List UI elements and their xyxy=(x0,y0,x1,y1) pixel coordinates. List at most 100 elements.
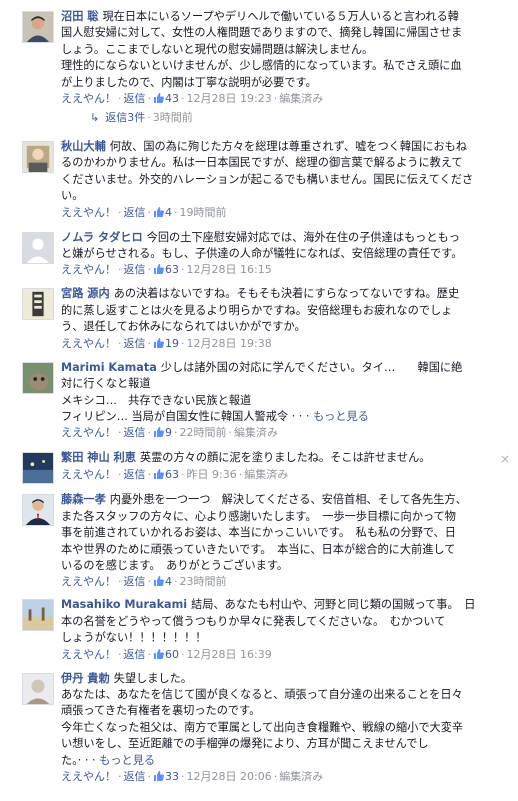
comment-time[interactable]: 12月28日 16:39 xyxy=(187,648,272,661)
comment-body: 繁田 神山 利恵 英霊の方々の顔に泥を塗りましたね。そこは許せません。 ええやん！… xyxy=(61,450,510,484)
comment-author[interactable]: ノムラ タダヒロ xyxy=(61,231,143,244)
like-link[interactable]: ええやん！ xyxy=(61,770,116,783)
like-link[interactable]: ええやん！ xyxy=(61,426,116,439)
like-count[interactable]: 63 xyxy=(165,468,179,481)
thumbs-up-icon xyxy=(154,770,164,781)
comment-time[interactable]: 12月28日 20:06 xyxy=(187,770,272,783)
comment-text: くださいませ。外交的ハレーションが起こるでも構いません。国民に伝えてくださ xyxy=(61,172,474,186)
comment-author[interactable]: Masahiko Murakami xyxy=(61,598,187,611)
comment-actions: ええやん！ · 返信 · 63 · 昨日 9:36 · 編集済み xyxy=(61,467,289,481)
comment-text: 本や世界のために頑張っていきたいです。 本当に、日本が総合的に大前進して xyxy=(61,542,456,556)
comment-text: い。 xyxy=(61,189,84,203)
comment: Masahiko Murakami 結局、あなたも村山や、河野と同じ類の国賊って事… xyxy=(0,597,518,661)
comment-text: 今回の土下座慰安婦対応では、海外在住の子供達はもっともっ xyxy=(146,230,460,244)
comment-time[interactable]: 19時間前 xyxy=(180,206,227,219)
avatar[interactable] xyxy=(22,452,54,485)
comment-text: 今年亡くなった祖父は、南方で軍属として出向き食糧難や、戦線の縮小で大変辛 xyxy=(61,720,464,734)
comment-body: ノムラ タダヒロ 今回の土下座慰安婦対応では、海外在住の子供達はもっともっ と嫌が… xyxy=(61,230,510,278)
comment-author[interactable]: 伊丹 貴勅 xyxy=(61,672,110,685)
thumbs-up-icon xyxy=(154,206,164,217)
avatar[interactable] xyxy=(22,141,54,174)
like-link[interactable]: ええやん！ xyxy=(61,468,116,481)
edit-history-link[interactable]: 編集済み xyxy=(279,770,323,783)
comment-author[interactable]: 沼田 聡 xyxy=(61,10,98,23)
avatar[interactable] xyxy=(22,672,54,705)
comment-text: あなたは、あなたを信じて國が良くなると、頑張って自分達の出来ることを日々 xyxy=(61,687,463,701)
comment-text: フィリピン… 当局が自国女性に韓国人警戒令 · · · xyxy=(61,409,310,423)
like-link[interactable]: ええやん！ xyxy=(61,337,116,350)
reply-link[interactable]: 返信 xyxy=(124,468,146,481)
reply-link[interactable]: 返信 xyxy=(124,770,146,783)
comment-author[interactable]: 藤森一孝 xyxy=(61,493,106,506)
reply-link[interactable]: 返信 xyxy=(124,575,146,588)
avatar[interactable] xyxy=(22,599,54,632)
thumbs-up-icon xyxy=(154,575,164,587)
comment-text: 頑張ってきた有権者を裏切ったのです。 xyxy=(61,704,261,718)
reply-link[interactable]: 返信 xyxy=(124,263,146,276)
comment-body: 秋山大輔 何故、国の為に殉じた方々を総理は尊重されず、嘘をつく韓国におもね るのか… xyxy=(61,139,510,220)
edit-history-link[interactable]: 編集済み xyxy=(244,468,288,481)
comment-time[interactable]: 23時間前 xyxy=(180,575,227,588)
like-link[interactable]: ええやん！ xyxy=(61,575,116,588)
comment: 宮路 源内 あの決着はないですね。そもそも決着にすらなってないですね。歴史 的に蒸… xyxy=(0,286,518,350)
like-count[interactable]: 19 xyxy=(165,337,179,350)
comment-text: 国人慰安婦に対して、女性の人権問題でありますので、摘発し韓国に帰国させま xyxy=(61,26,463,40)
thumbs-up-icon xyxy=(154,263,164,275)
comment-author[interactable]: 繁田 神山 利恵 xyxy=(61,451,136,464)
like-count[interactable]: 33 xyxy=(165,770,179,783)
like-count[interactable]: 4 xyxy=(165,575,172,588)
see-more-link[interactable]: もっと見る xyxy=(313,410,369,423)
reply-link[interactable]: 返信 xyxy=(124,337,146,350)
comment-text: い想いをし、至近距離での手榴弾の爆発により、方耳が聞こえませんでし xyxy=(61,737,429,751)
comment-feed: 沼田 聡現在日本にいるソープやデリヘルで働いている５万人いると言われる韓 国人慰… xyxy=(0,0,518,801)
like-count[interactable]: 4 xyxy=(165,206,172,219)
comment: ノムラ タダヒロ 今回の土下座慰安婦対応では、海外在住の子供達はもっともっ と嫌が… xyxy=(0,230,518,278)
avatar[interactable] xyxy=(22,288,54,321)
comment-text: た。· · · xyxy=(61,753,96,767)
comment-actions: ええやん！ · 返信 · 33 · 12月28日 20:06 · 編集済み xyxy=(61,770,324,783)
reply-link[interactable]: 返信 xyxy=(124,426,146,439)
comment-actions: ええやん！ · 返信 · 9 · 22時間前 · 編集済み xyxy=(61,426,278,440)
comment-text: 現在日本にいるソープやデリヘルで働いている５万人いると言われる韓 xyxy=(102,10,459,23)
comment-author[interactable]: Marimi Kamata xyxy=(61,361,157,374)
comment-text: メキシコ… 共存できない民族と報道 xyxy=(61,393,252,407)
like-count[interactable]: 63 xyxy=(165,263,179,276)
see-more-link[interactable]: もっと見る xyxy=(99,754,155,767)
comment-text: 失望しました。 xyxy=(113,671,192,685)
comment-text: う、退任してお休みになられてはいかがですか。 xyxy=(61,320,306,334)
avatar[interactable] xyxy=(22,494,54,527)
comment-author[interactable]: 秋山大輔 xyxy=(61,140,106,153)
thumbs-up-icon xyxy=(154,426,164,438)
comment-author[interactable]: 宮路 源内 xyxy=(61,287,110,300)
thumbs-up-icon xyxy=(154,468,164,479)
like-count[interactable]: 60 xyxy=(165,648,179,661)
comment-time[interactable]: 昨日 9:36 xyxy=(187,468,237,481)
comment-text: 本の名誉をどうやって償うつもりか早々に発表してくださいな。 むかついて xyxy=(61,614,446,628)
view-replies-link[interactable]: 返信3件 xyxy=(105,111,145,124)
comment-text: るのかわかりません。私は一日本国民ですが、総理の御言葉で解るように教えて xyxy=(61,156,463,170)
comment-text: が上りましたので、内閣は丁寧な説明が必要です。 xyxy=(61,75,317,89)
like-link[interactable]: ええやん！ xyxy=(61,648,116,661)
comment-time[interactable]: 22時間前 xyxy=(180,426,227,439)
edit-history-link[interactable]: 編集済み xyxy=(234,426,278,439)
comment-body: 藤森一孝 内憂外患を一つ一つ 解決してくださる、安倍首相、そして各先生方、 また各… xyxy=(61,492,510,589)
comment: 繁田 神山 利恵 英霊の方々の顔に泥を塗りましたね。そこは許せません。 ええやん！… xyxy=(0,450,518,485)
comment-text: あの決着はないですね。そもそも決着にすらなってないですね。歴史 xyxy=(113,287,460,301)
avatar[interactable] xyxy=(22,11,54,43)
avatar[interactable] xyxy=(22,361,54,394)
comment-body: 宮路 源内 あの決着はないですね。そもそも決着にすらなってないですね。歴史 的に蒸… xyxy=(61,286,510,350)
reply-link[interactable]: 返信 xyxy=(124,206,146,219)
like-link[interactable]: ええやん！ xyxy=(61,206,116,219)
comment-text: また各スタッフの方々に、心より感謝いたします。 一歩一歩目標に向かって物 xyxy=(61,509,456,523)
replies-row: ↳ 返信3件 · 3時間前 xyxy=(90,111,193,125)
comment-body: 伊丹 貴勅 失望しました。 あなたは、あなたを信じて國が良くなると、頑張って自分達… xyxy=(61,671,510,784)
reply-link[interactable]: 返信 xyxy=(124,648,146,661)
like-link[interactable]: ええやん！ xyxy=(61,263,116,276)
avatar[interactable] xyxy=(22,231,54,264)
like-count[interactable]: 9 xyxy=(165,426,172,439)
comment-time[interactable]: 12月28日 16:15 xyxy=(187,263,272,276)
comment-text: 対に行くなと報道 xyxy=(61,377,151,391)
comment-time[interactable]: 12月28日 19:38 xyxy=(187,337,272,350)
comment-text: 内憂外患を一つ一つ 解決してくださる、安倍首相、そして各先生方、 xyxy=(109,493,467,507)
close-icon[interactable]: × xyxy=(500,452,510,466)
